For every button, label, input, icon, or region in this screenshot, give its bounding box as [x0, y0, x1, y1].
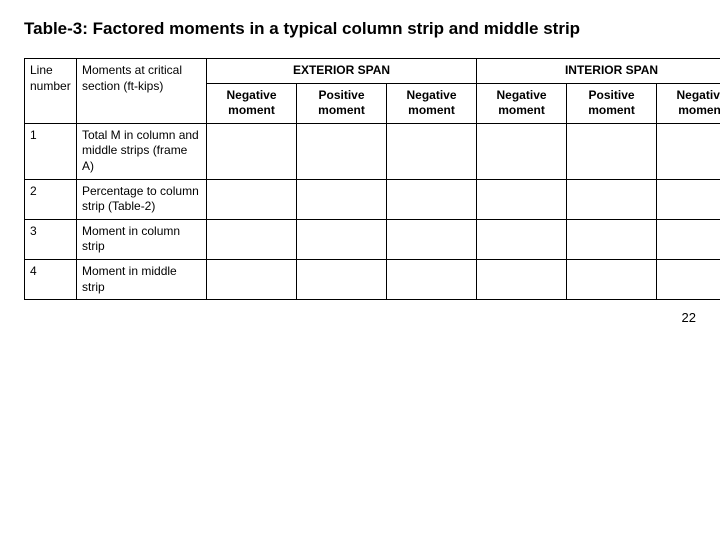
row4-col7: [567, 260, 657, 300]
row3-col5: [387, 219, 477, 259]
row4-col3: [207, 260, 297, 300]
row1-col7: [567, 123, 657, 179]
row3-col7: [567, 219, 657, 259]
row2-col5: [387, 179, 477, 219]
row3-col3: [207, 219, 297, 259]
int-neg2-moment-header: Negative moment: [657, 83, 720, 123]
row4-col6: [477, 260, 567, 300]
exterior-span-header: EXTERIOR SPAN: [207, 59, 477, 84]
row3-col8: [657, 219, 720, 259]
ext-pos-moment-header: Positive moment: [297, 83, 387, 123]
corner-cell-line: Line number: [25, 59, 77, 124]
row1-desc: Total M in column and middle strips (fra…: [77, 123, 207, 179]
row2-col8: [657, 179, 720, 219]
row1-col5: [387, 123, 477, 179]
row2-col6: [477, 179, 567, 219]
row3-desc: Moment in column strip: [77, 219, 207, 259]
row2-col3: [207, 179, 297, 219]
table-row: 4 Moment in middle strip: [25, 260, 720, 300]
int-pos-moment-header: Positive moment: [567, 83, 657, 123]
row1-col3: [207, 123, 297, 179]
row1-line: 1: [25, 123, 77, 179]
table-row: 3 Moment in column strip: [25, 219, 720, 259]
row2-col4: [297, 179, 387, 219]
table-row: 2 Percentage to column strip (Table-2): [25, 179, 720, 219]
row4-col4: [297, 260, 387, 300]
row2-line: 2: [25, 179, 77, 219]
page-number: 22: [24, 310, 696, 325]
corner-cell-moments: Moments at critical section (ft-kips): [77, 59, 207, 124]
row4-col8: [657, 260, 720, 300]
row2-col7: [567, 179, 657, 219]
table-row: 1 Total M in column and middle strips (f…: [25, 123, 720, 179]
row1-col4: [297, 123, 387, 179]
row3-col6: [477, 219, 567, 259]
int-neg-moment-header: Negative moment: [477, 83, 567, 123]
main-table: Line number Moments at critical section …: [24, 58, 720, 300]
row2-desc: Percentage to column strip (Table-2): [77, 179, 207, 219]
ext-neg2-moment-header: Negative moment: [387, 83, 477, 123]
row3-col4: [297, 219, 387, 259]
row1-col8: [657, 123, 720, 179]
row4-col5: [387, 260, 477, 300]
page-title: Table-3: Factored moments in a typical c…: [24, 18, 696, 40]
row1-col6: [477, 123, 567, 179]
row4-desc: Moment in middle strip: [77, 260, 207, 300]
row4-line: 4: [25, 260, 77, 300]
row3-line: 3: [25, 219, 77, 259]
interior-span-header: INTERIOR SPAN: [477, 59, 720, 84]
ext-neg-moment-header: Negative moment: [207, 83, 297, 123]
